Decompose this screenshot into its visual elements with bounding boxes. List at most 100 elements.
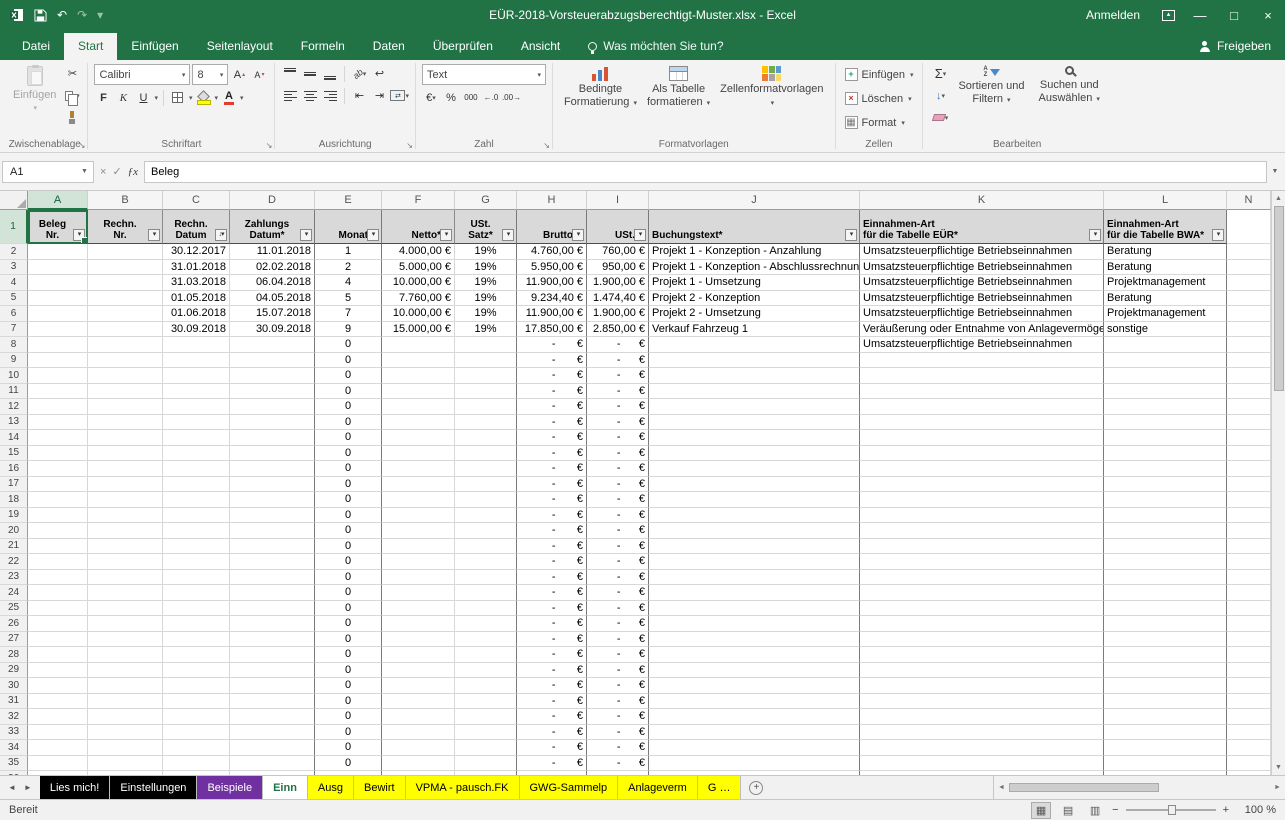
cell-G9[interactable]: [455, 353, 517, 369]
cell-J28[interactable]: [649, 647, 860, 663]
increase-decimal-button[interactable]: ←.0: [482, 88, 500, 107]
zoom-slider[interactable]: [1126, 809, 1216, 811]
tab-daten[interactable]: Daten: [359, 33, 419, 60]
italic-button[interactable]: K: [114, 88, 132, 107]
row-header-31[interactable]: 31: [0, 694, 28, 710]
cell-F23[interactable]: [382, 570, 455, 586]
cell-J31[interactable]: [649, 694, 860, 710]
cell-F2[interactable]: 4.000,00 €: [382, 244, 455, 260]
cell-C32[interactable]: [163, 709, 230, 725]
cell-C19[interactable]: [163, 508, 230, 524]
cell-D33[interactable]: [230, 725, 315, 741]
cell-C18[interactable]: [163, 492, 230, 508]
row-header-18[interactable]: 18: [0, 492, 28, 508]
cell-N24[interactable]: [1227, 585, 1271, 601]
cell-A21[interactable]: [28, 539, 88, 555]
cell-K14[interactable]: [860, 430, 1104, 446]
cell-C27[interactable]: [163, 632, 230, 648]
cell-N16[interactable]: [1227, 461, 1271, 477]
cell-H12[interactable]: - €: [517, 399, 587, 415]
cell-D3[interactable]: 02.02.2018: [230, 260, 315, 276]
cell-I26[interactable]: - €: [587, 616, 649, 632]
percent-style-button[interactable]: %: [442, 88, 460, 107]
cell-K10[interactable]: [860, 368, 1104, 384]
cell-C7[interactable]: 30.09.2018: [163, 322, 230, 338]
cell-J11[interactable]: [649, 384, 860, 400]
cell-C4[interactable]: 31.03.2018: [163, 275, 230, 291]
cell-D24[interactable]: [230, 585, 315, 601]
cell-D30[interactable]: [230, 678, 315, 694]
cell-D8[interactable]: [230, 337, 315, 353]
cell-G31[interactable]: [455, 694, 517, 710]
cell-L15[interactable]: [1104, 446, 1227, 462]
cell-E35[interactable]: 0: [315, 756, 382, 772]
cell-A2[interactable]: [28, 244, 88, 260]
cell-L32[interactable]: [1104, 709, 1227, 725]
cell-N2[interactable]: [1227, 244, 1271, 260]
cell-H19[interactable]: - €: [517, 508, 587, 524]
cell-N8[interactable]: [1227, 337, 1271, 353]
cell-B13[interactable]: [88, 415, 163, 431]
filter-button-J[interactable]: ▾: [845, 229, 857, 241]
cell-J34[interactable]: [649, 740, 860, 756]
column-header-H[interactable]: H: [517, 191, 587, 210]
cell-I4[interactable]: 1.900,00 €: [587, 275, 649, 291]
cell-D12[interactable]: [230, 399, 315, 415]
cell-A10[interactable]: [28, 368, 88, 384]
cell-E7[interactable]: 9: [315, 322, 382, 338]
cell-B17[interactable]: [88, 477, 163, 493]
cell-G21[interactable]: [455, 539, 517, 555]
cell-K29[interactable]: [860, 663, 1104, 679]
cell-H13[interactable]: - €: [517, 415, 587, 431]
row-header-13[interactable]: 13: [0, 415, 28, 431]
cell-B35[interactable]: [88, 756, 163, 772]
cell-K31[interactable]: [860, 694, 1104, 710]
cell-I5[interactable]: 1.474,40 €: [587, 291, 649, 307]
cell-F24[interactable]: [382, 585, 455, 601]
cell-L33[interactable]: [1104, 725, 1227, 741]
cell-L3[interactable]: Beratung: [1104, 260, 1227, 276]
cell-N22[interactable]: [1227, 554, 1271, 570]
cell-A31[interactable]: [28, 694, 88, 710]
cell-F17[interactable]: [382, 477, 455, 493]
cell-N15[interactable]: [1227, 446, 1271, 462]
cell-D5[interactable]: 04.05.2018: [230, 291, 315, 307]
cell-L21[interactable]: [1104, 539, 1227, 555]
cell-E24[interactable]: 0: [315, 585, 382, 601]
cell-N30[interactable]: [1227, 678, 1271, 694]
cell-A28[interactable]: [28, 647, 88, 663]
cell-D26[interactable]: [230, 616, 315, 632]
cell-A34[interactable]: [28, 740, 88, 756]
cell-H3[interactable]: 5.950,00 €: [517, 260, 587, 276]
cell-I23[interactable]: - €: [587, 570, 649, 586]
cell-H35[interactable]: - €: [517, 756, 587, 772]
cell-F22[interactable]: [382, 554, 455, 570]
cell-G20[interactable]: [455, 523, 517, 539]
cell-B6[interactable]: [88, 306, 163, 322]
cell-L14[interactable]: [1104, 430, 1227, 446]
filter-button-F[interactable]: ▾: [440, 229, 452, 241]
filter-button-B[interactable]: ▾: [148, 229, 160, 241]
tab-einfuegen[interactable]: Einfügen: [117, 33, 192, 60]
cell-A4[interactable]: [28, 275, 88, 291]
cell-E21[interactable]: 0: [315, 539, 382, 555]
cell-F9[interactable]: [382, 353, 455, 369]
cell-N13[interactable]: [1227, 415, 1271, 431]
align-right-button[interactable]: [321, 86, 339, 105]
cell-H26[interactable]: - €: [517, 616, 587, 632]
column-header-N[interactable]: N: [1227, 191, 1271, 210]
cell-E33[interactable]: 0: [315, 725, 382, 741]
cell-B31[interactable]: [88, 694, 163, 710]
cell-J17[interactable]: [649, 477, 860, 493]
cell-A27[interactable]: [28, 632, 88, 648]
cell-A23[interactable]: [28, 570, 88, 586]
select-all-corner[interactable]: [0, 191, 28, 210]
row-header-15[interactable]: 15: [0, 446, 28, 462]
cell-E14[interactable]: 0: [315, 430, 382, 446]
sort-filter-button[interactable]: AZ Sortieren undFiltern ▾: [953, 64, 1029, 127]
cell-K30[interactable]: [860, 678, 1104, 694]
ribbon-display-options-icon[interactable]: ▴: [1162, 10, 1175, 21]
page-layout-view-icon[interactable]: ▤: [1058, 802, 1078, 819]
cell-I17[interactable]: - €: [587, 477, 649, 493]
cell-I11[interactable]: - €: [587, 384, 649, 400]
